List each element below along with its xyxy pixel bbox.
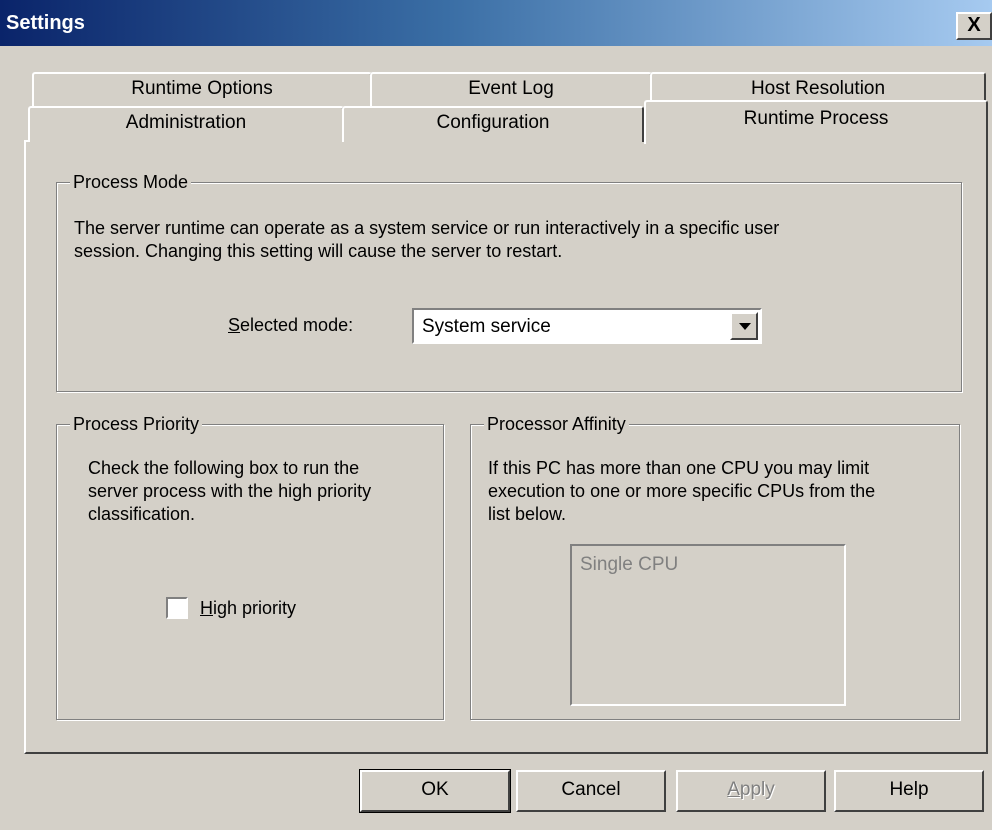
close-button[interactable]: X <box>956 12 992 40</box>
process-priority-description-3: classification. <box>88 504 196 524</box>
apply-button[interactable]: Apply <box>676 770 826 812</box>
tab-label: Administration <box>125 112 247 133</box>
tab-label: Runtime Options <box>131 78 273 99</box>
tab-runtime-options[interactable]: Runtime Options <box>32 72 372 106</box>
tab-runtime-process[interactable]: Runtime Process <box>644 100 988 144</box>
mnemonic-a: A <box>727 779 740 800</box>
processor-affinity-description-2: execution to one or more specific CPUs f… <box>488 481 876 501</box>
selected-mode-value: System service <box>422 316 551 337</box>
process-mode-legend: Process Mode <box>70 172 192 192</box>
list-item[interactable]: Single CPU <box>580 554 678 576</box>
process-mode-group <box>56 182 962 392</box>
selected-mode-dropdown[interactable]: System service <box>412 308 762 344</box>
chevron-down-icon[interactable] <box>730 312 758 340</box>
tab-label: Event Log <box>468 78 554 99</box>
high-priority-label[interactable]: High priority <box>200 597 296 620</box>
process-mode-description-2: session. Changing this setting will caus… <box>74 241 563 261</box>
selected-mode-label: Selected mode: <box>228 314 353 337</box>
processor-affinity-description-3: list below. <box>488 504 567 524</box>
tab-administration[interactable]: Administration <box>28 106 344 142</box>
tab-configuration[interactable]: Configuration <box>342 106 644 142</box>
process-priority-legend: Process Priority <box>70 414 203 434</box>
tab-event-log[interactable]: Event Log <box>370 72 652 106</box>
close-icon: X <box>967 14 981 36</box>
high-priority-label-text: igh priority <box>213 598 297 618</box>
processor-affinity-legend: Processor Affinity <box>484 414 629 434</box>
process-priority-description-2: server process with the high priority <box>88 481 372 501</box>
help-button-label: Help <box>889 779 929 800</box>
mnemonic-h: H <box>200 598 213 618</box>
selected-mode-label-text: elected mode: <box>240 315 354 335</box>
mnemonic-s: S <box>228 315 241 335</box>
high-priority-checkbox[interactable] <box>166 597 188 619</box>
tab-label: Runtime Process <box>743 108 889 129</box>
processor-affinity-description-1: If this PC has more than one CPU you may… <box>488 458 870 478</box>
cpu-listbox[interactable]: Single CPU <box>570 544 846 706</box>
ok-button-label: OK <box>421 779 449 800</box>
apply-button-label: pply <box>739 779 775 800</box>
cancel-button-label: Cancel <box>561 779 621 800</box>
window-title: Settings <box>6 12 85 34</box>
process-priority-description-1: Check the following box to run the <box>88 458 360 478</box>
title-bar <box>0 0 992 46</box>
cancel-button[interactable]: Cancel <box>516 770 666 812</box>
tab-label: Host Resolution <box>750 78 886 99</box>
help-button[interactable]: Help <box>834 770 984 812</box>
ok-button[interactable]: OK <box>359 769 511 813</box>
tab-label: Configuration <box>436 112 550 133</box>
process-mode-description-1: The server runtime can operate as a syst… <box>74 218 780 238</box>
